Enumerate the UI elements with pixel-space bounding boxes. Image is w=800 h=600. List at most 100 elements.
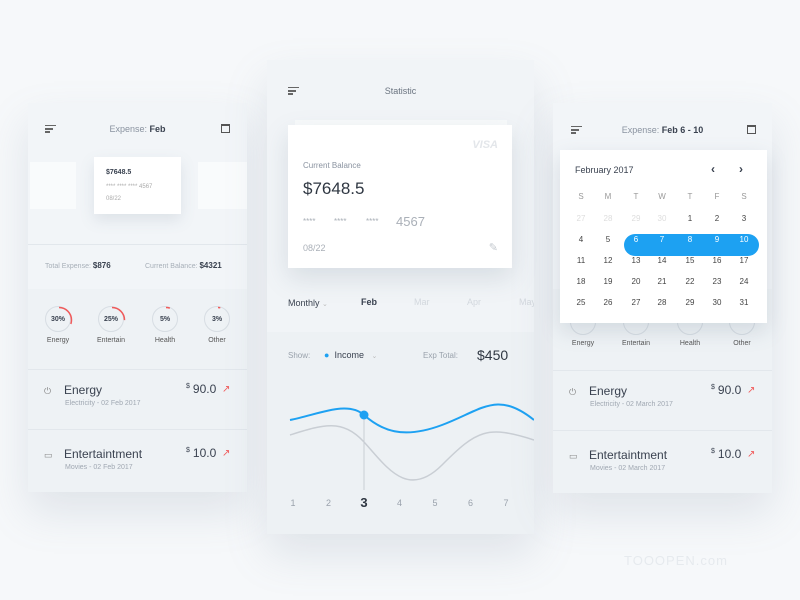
x-axis-label[interactable]: 5 xyxy=(428,498,442,508)
calendar-day[interactable]: 27 xyxy=(624,298,648,307)
card[interactable]: $7648.5 **** **** **** 4567 08/22 xyxy=(94,157,181,214)
calendar-day[interactable]: 31 xyxy=(732,298,756,307)
calendar-day[interactable]: 30 xyxy=(650,214,674,223)
x-axis-label[interactable]: 4 xyxy=(393,498,407,508)
transaction-item[interactable] xyxy=(28,436,247,496)
item-subtitle: Electricity - 02 Feb 2017 xyxy=(65,400,141,407)
calendar-day[interactable]: 13 xyxy=(624,256,648,265)
prev-month-button[interactable]: ‹ xyxy=(711,162,715,176)
card-mask-2: **** xyxy=(334,217,347,226)
exp-total-label: Exp Total: xyxy=(423,351,458,360)
category-label: Entertain xyxy=(96,337,126,344)
item-title: Energy xyxy=(589,384,628,398)
card-balance: $7648.5 xyxy=(303,179,365,198)
calendar-day[interactable]: 30 xyxy=(705,298,729,307)
calendar-day[interactable]: 14 xyxy=(650,256,674,265)
trend-up-icon: ↗ xyxy=(747,385,756,396)
watermark: TOOOPEN.com xyxy=(624,553,728,568)
calendar-day[interactable]: 3 xyxy=(732,214,756,223)
calendar-day[interactable]: 29 xyxy=(624,214,648,223)
calendar-day[interactable]: 16 xyxy=(705,256,729,265)
category-ring[interactable]: 3% xyxy=(204,306,232,334)
calendar-day[interactable]: 7 xyxy=(650,235,674,244)
calendar-day[interactable]: 11 xyxy=(569,256,593,265)
calendar-day[interactable]: 12 xyxy=(596,256,620,265)
x-axis-label[interactable]: 6 xyxy=(464,498,478,508)
calendar-day[interactable]: 29 xyxy=(678,298,702,307)
calendar-day[interactable]: 20 xyxy=(624,277,648,286)
calendar-popup: February 2017 ‹ › S M T W T F S 27 28 29 30 1 2 3 4 5 6 7… xyxy=(560,150,767,323)
calendar-day[interactable]: 19 xyxy=(596,277,620,286)
category-label: Health xyxy=(154,337,176,344)
power-icon: ⏻ xyxy=(569,387,577,397)
month-tab-may[interactable]: May xyxy=(519,297,534,307)
exp-total-value: $450 xyxy=(477,347,509,363)
calendar-day[interactable]: 18 xyxy=(569,277,593,286)
expense-screen: Expense: Feb $7648.5 **** **** **** 4567… xyxy=(28,103,247,492)
calendar-month: February 2017 xyxy=(575,165,634,175)
trend-up-icon: ↗ xyxy=(222,384,231,395)
weekday-label: S xyxy=(578,192,584,201)
calendar-day[interactable]: 15 xyxy=(678,256,702,265)
expense-calendar-screen: Expense: Feb 6 - 10 Energy Entertain Healt… xyxy=(553,103,772,493)
card-label: Current Balance xyxy=(303,161,361,170)
calendar-day[interactable]: 28 xyxy=(596,214,620,223)
calendar-day[interactable]: 6 xyxy=(624,235,648,244)
card-masked: **** **** **** xyxy=(106,184,138,190)
x-axis-label[interactable]: 7 xyxy=(499,498,513,508)
weekday-label: M xyxy=(604,192,612,201)
card-last4: 4567 xyxy=(139,184,153,190)
calendar-icon[interactable] xyxy=(747,125,756,134)
calendar-day[interactable]: 27 xyxy=(569,214,593,223)
category-ring[interactable]: 5% xyxy=(152,306,180,334)
card-prev[interactable] xyxy=(30,162,76,209)
item-title: Entertaintment xyxy=(64,447,143,461)
calendar-icon[interactable] xyxy=(221,124,230,133)
item-amount: $10.0 xyxy=(186,446,217,460)
x-axis-label[interactable]: 3 xyxy=(357,495,371,510)
calendar-day[interactable]: 9 xyxy=(705,235,729,244)
next-month-button[interactable]: › xyxy=(739,162,743,176)
month-tab-feb[interactable]: Feb xyxy=(361,297,377,307)
calendar-day[interactable]: 21 xyxy=(650,277,674,286)
edit-icon[interactable]: ✎ xyxy=(489,241,498,254)
card-mask-3: **** xyxy=(366,217,379,226)
show-label: Show: xyxy=(288,351,311,360)
trend-up-icon: ↗ xyxy=(747,449,756,460)
item-subtitle: Electricity - 02 March 2017 xyxy=(590,401,673,408)
category-ring[interactable]: 25% xyxy=(98,306,126,334)
calendar-day[interactable]: 26 xyxy=(596,298,620,307)
period-dropdown[interactable]: Monthly ⌄ xyxy=(288,298,328,308)
video-icon: ▭ xyxy=(44,450,53,460)
balance-card[interactable]: VISA Current Balance $7648.5 **** **** *… xyxy=(288,125,512,268)
card-balance: $7648.5 xyxy=(106,169,132,176)
x-axis-label[interactable]: 2 xyxy=(322,498,336,508)
calendar-day[interactable]: 25 xyxy=(569,298,593,307)
month-tab-apr[interactable]: Apr xyxy=(467,297,481,307)
item-amount: $90.0 xyxy=(186,382,217,396)
item-title: Entertaintment xyxy=(589,448,668,462)
category-label: Health xyxy=(679,340,701,347)
calendar-day[interactable]: 17 xyxy=(732,256,756,265)
calendar-day[interactable]: 2 xyxy=(705,214,729,223)
show-dropdown[interactable]: ● Income ⌄ xyxy=(324,350,377,360)
calendar-day[interactable]: 8 xyxy=(678,235,702,244)
calendar-day[interactable]: 5 xyxy=(596,235,620,244)
x-axis-label[interactable]: 1 xyxy=(286,498,300,508)
calendar-day[interactable]: 10 xyxy=(732,235,756,244)
item-subtitle: Movies - 02 March 2017 xyxy=(590,465,666,472)
card-expiry: 08/22 xyxy=(106,196,122,202)
selected-point xyxy=(359,410,369,420)
card-next[interactable] xyxy=(198,162,247,209)
calendar-day[interactable]: 28 xyxy=(650,298,674,307)
calendar-day[interactable]: 4 xyxy=(569,235,593,244)
calendar-day[interactable]: 24 xyxy=(732,277,756,286)
calendar-day[interactable]: 22 xyxy=(678,277,702,286)
progress-arc xyxy=(45,306,73,334)
calendar-day[interactable]: 1 xyxy=(678,214,702,223)
header-title: Expense: Feb xyxy=(28,124,247,134)
calendar-day[interactable]: 23 xyxy=(705,277,729,286)
month-tab-mar[interactable]: Mar xyxy=(414,297,430,307)
category-ring[interactable]: 30% xyxy=(45,306,73,334)
category-label: Other xyxy=(208,337,226,344)
